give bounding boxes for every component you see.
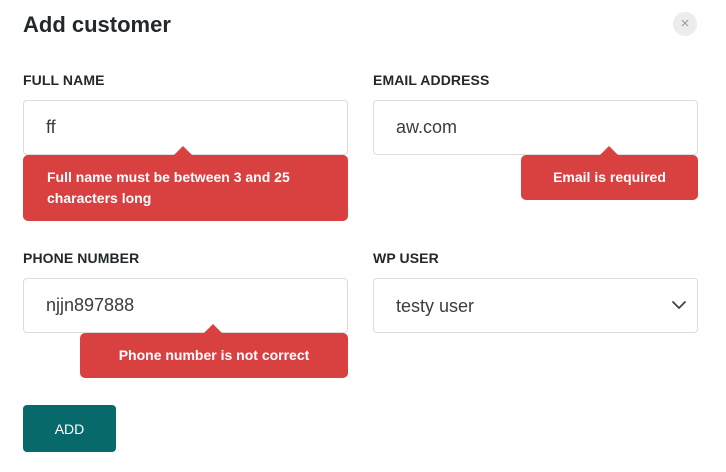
wp-user-label: WP USER [373, 250, 439, 266]
modal-title: Add customer [23, 12, 171, 37]
chevron-down-icon [672, 301, 686, 309]
wp-user-selected-value: testy user [396, 296, 475, 316]
phone-input[interactable] [23, 278, 348, 333]
wp-user-select[interactable]: testy user [373, 278, 698, 333]
add-button[interactable]: ADD [23, 405, 116, 452]
email-label: EMAIL ADDRESS [373, 72, 490, 88]
close-icon[interactable]: × [673, 12, 697, 36]
phone-error-tooltip: Phone number is not correct [80, 324, 348, 378]
full-name-error-tooltip: Full name must be between 3 and 25 chara… [23, 146, 348, 221]
full-name-label: FULL NAME [23, 72, 105, 88]
phone-label: PHONE NUMBER [23, 250, 140, 266]
email-error-tooltip: Email is required [521, 146, 698, 200]
add-customer-modal: Add customer × FULL NAME Full name must … [0, 0, 726, 472]
email-input[interactable] [373, 100, 698, 155]
